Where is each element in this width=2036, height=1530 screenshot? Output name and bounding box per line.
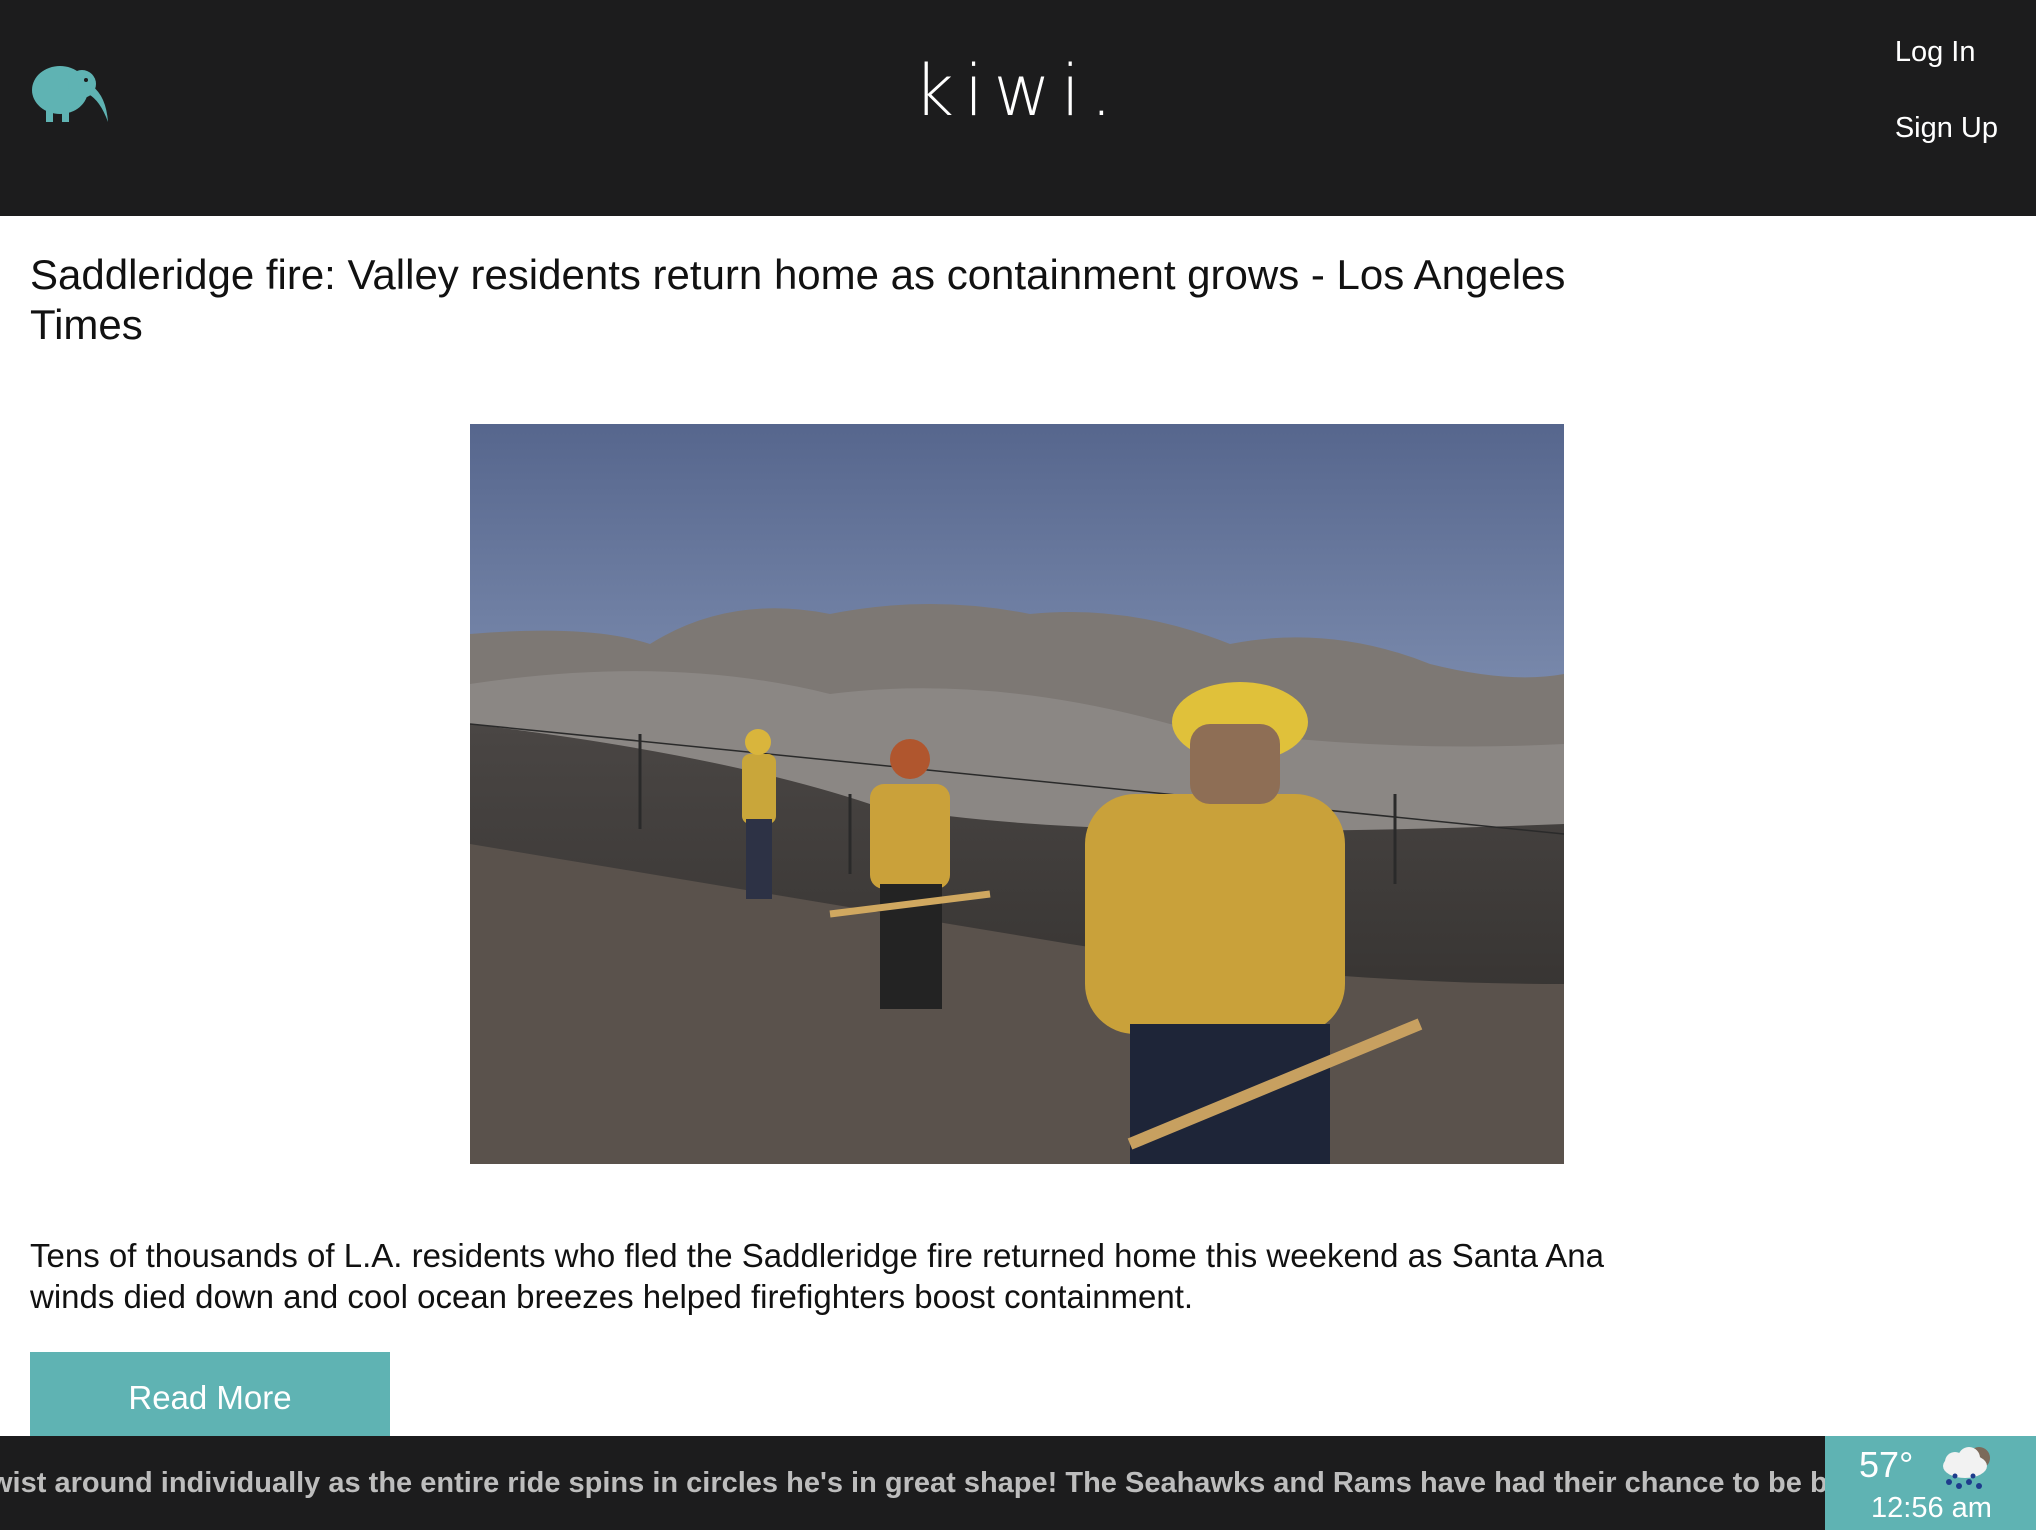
- login-link[interactable]: Log In: [1895, 36, 1998, 68]
- article-image: [470, 424, 1564, 1164]
- weather-widget[interactable]: 57° 12:56 am: [1825, 1436, 2036, 1530]
- signup-link[interactable]: Sign Up: [1895, 112, 1998, 144]
- news-ticker: wist around individually as the entire r…: [0, 1436, 1825, 1530]
- rain-cloud-icon: [1943, 1447, 1990, 1489]
- temperature: 57°: [1859, 1444, 1914, 1485]
- auth-links: Log In Sign Up: [1895, 36, 1998, 188]
- top-header: kiwi. Log In Sign Up: [0, 0, 2036, 216]
- firefighters-photo: [470, 424, 1564, 1164]
- article-summary: Tens of thousands of L.A. residents who …: [30, 1237, 1604, 1315]
- ticker-text[interactable]: wist around individually as the entire r…: [0, 1466, 1825, 1500]
- brand-text[interactable]: kiwi.: [914, 50, 1123, 132]
- current-time: 12:56 am: [1871, 1492, 1992, 1524]
- article-title: Saddleridge fire: Valley residents retur…: [30, 251, 1566, 348]
- read-more-button[interactable]: Read More: [30, 1352, 390, 1440]
- brand-wordmark: kiwi.: [0, 50, 2036, 132]
- kiwi-bird-icon[interactable]: [30, 60, 110, 124]
